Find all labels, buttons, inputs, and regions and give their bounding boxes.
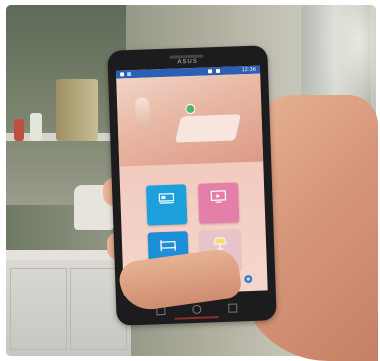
battery-icon bbox=[215, 68, 221, 74]
settings-icon[interactable] bbox=[243, 274, 253, 284]
notification-icon bbox=[120, 72, 125, 77]
shelf-bottle bbox=[30, 113, 42, 141]
location-pin-icon bbox=[185, 103, 196, 115]
lamp-illustration bbox=[134, 97, 150, 128]
shelf-jar bbox=[14, 119, 24, 141]
kitchen-shelf bbox=[6, 79, 126, 141]
app-banner bbox=[116, 73, 264, 167]
tile-label bbox=[147, 211, 187, 212]
cabinet-door bbox=[10, 268, 67, 350]
bed-icon bbox=[158, 193, 175, 204]
wifi-icon bbox=[207, 69, 213, 74]
recent-apps-key[interactable] bbox=[228, 303, 238, 313]
monitor-icon bbox=[210, 190, 227, 203]
bed-icon bbox=[160, 240, 176, 252]
bed-illustration bbox=[175, 114, 242, 143]
kitchen-cabinet bbox=[6, 260, 131, 356]
notification-icon bbox=[127, 72, 132, 77]
tile-label bbox=[199, 209, 239, 210]
lamp-icon bbox=[213, 237, 227, 250]
tile-screen-control[interactable] bbox=[197, 182, 240, 224]
led-indicator bbox=[174, 316, 219, 320]
home-key[interactable] bbox=[192, 304, 202, 315]
shelf-box bbox=[56, 79, 98, 141]
app-subtitle bbox=[147, 148, 237, 151]
tile-bed-control[interactable] bbox=[145, 184, 188, 226]
